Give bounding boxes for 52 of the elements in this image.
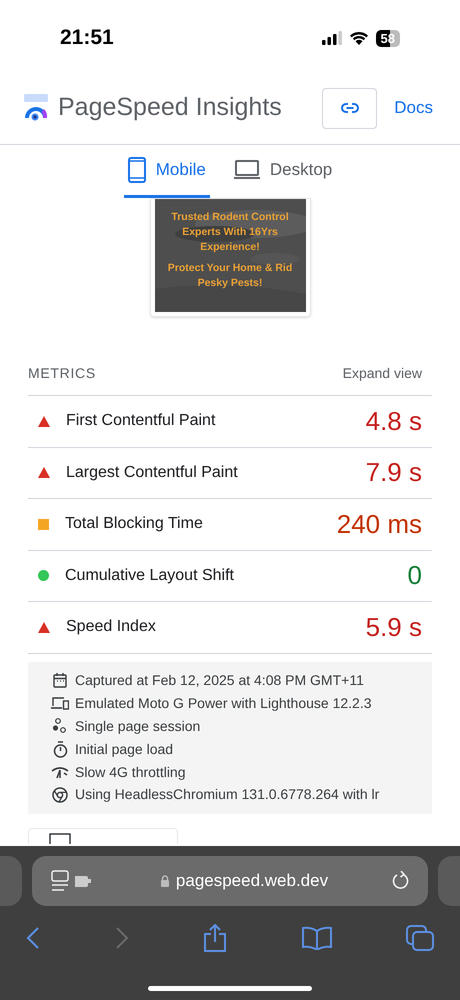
dots-icon (52, 718, 68, 734)
triangle-icon (38, 467, 50, 478)
triangle-icon (38, 416, 50, 427)
chrome-icon (52, 786, 68, 803)
url-text: pagespeed.web.dev (176, 870, 328, 892)
logo-icon (22, 94, 50, 122)
stopwatch-icon (52, 740, 68, 758)
forward-icon[interactable] (114, 927, 128, 949)
metric-value: 5.9 s (366, 610, 422, 644)
square-icon (38, 518, 49, 530)
bookmarks-icon[interactable] (302, 926, 332, 950)
metric-name: Largest Contentful Paint (66, 462, 238, 483)
environment-text: Using HeadlessChromium 131.0.6778.264 with lr (75, 785, 380, 804)
laptop-icon (234, 160, 260, 180)
status-time: 21:51 (60, 25, 114, 52)
share-icon[interactable] (203, 924, 227, 952)
metric-name: Cumulative Layout Shift (65, 566, 234, 586)
lock-icon (160, 875, 170, 887)
back-icon[interactable] (26, 927, 40, 949)
signal-icon (322, 31, 342, 45)
treemap-icon (49, 832, 71, 844)
link-icon (340, 103, 359, 113)
environment-text: Single page session (75, 716, 200, 736)
metric-value: 0 (408, 559, 422, 592)
environment-text: Captured at Feb 12, 2025 at 4:08 PM GMT+11 (75, 671, 364, 690)
metric-name: Speed Index (66, 617, 156, 638)
link-button[interactable] (322, 88, 378, 128)
app-title: PageSpeed Insights (58, 92, 282, 124)
metrics-heading: METRICS (28, 364, 96, 383)
phone-icon (128, 157, 146, 183)
promo-text: Trusted Rodent Control Experts With 16Yrs Experience! (170, 210, 290, 255)
reload-icon (392, 871, 410, 891)
environment-text: Emulated Moto G Power with Lighthouse 12.2.3 (75, 694, 372, 713)
metric-value: 240 ms (336, 508, 422, 541)
tab[interactable]: Desktop (230, 145, 336, 198)
promo-text: Protect Your Home & Rid Pesky Pests! (166, 261, 294, 291)
tabs-icon[interactable] (406, 925, 434, 951)
metric-value: 7.9 s (366, 456, 422, 490)
triangle-icon (38, 622, 50, 633)
wifi-icon (348, 31, 369, 45)
signal-icon (51, 765, 69, 780)
circle-icon (38, 570, 49, 582)
metric-name: Total Blocking Time (65, 514, 203, 534)
environment-text: Initial page load (75, 740, 174, 759)
address-bar[interactable]: pagespeed.web.dev (32, 856, 428, 906)
environment-text: Slow 4G throttling (75, 762, 186, 782)
calendar-icon (53, 673, 67, 688)
metric-name: First Contentful Paint (66, 411, 216, 432)
expand-view-button[interactable]: Expand view (342, 363, 422, 384)
metric-value: 4.8 s (366, 404, 422, 438)
devices-icon (51, 696, 69, 710)
docs-link[interactable]: Docs (394, 95, 433, 121)
